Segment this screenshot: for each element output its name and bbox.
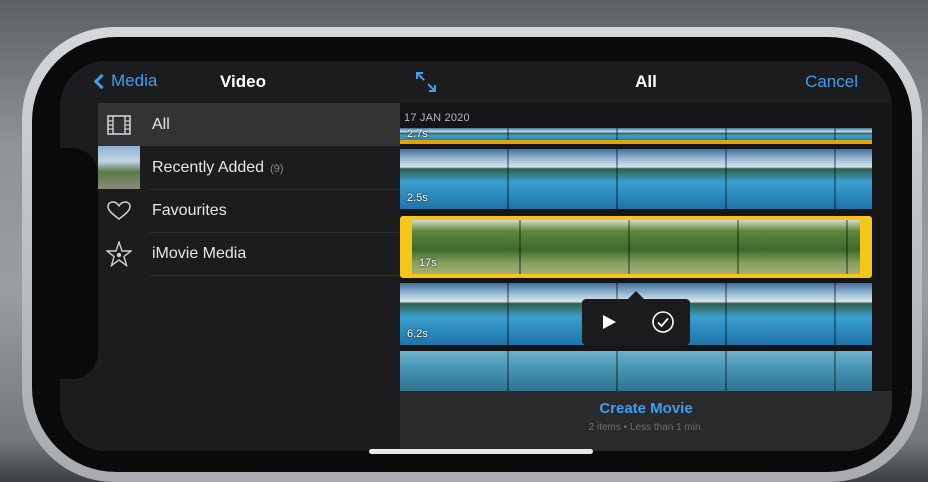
clip-duration: 6.2s bbox=[407, 328, 428, 340]
sidebar-title: Video bbox=[220, 72, 266, 91]
video-clip[interactable]: 2.5s bbox=[400, 149, 872, 209]
check-circle-icon[interactable] bbox=[645, 304, 681, 340]
star-icon bbox=[100, 232, 138, 275]
clip-frames bbox=[400, 149, 872, 209]
device-screen: Media Video All Recently Added (9) Favou… bbox=[60, 61, 892, 451]
home-indicator[interactable] bbox=[369, 449, 593, 454]
create-movie-button[interactable]: Create Movie bbox=[599, 400, 692, 417]
recent-thumbnail bbox=[98, 146, 140, 189]
divider bbox=[150, 275, 400, 276]
video-clip[interactable] bbox=[400, 351, 872, 391]
play-icon[interactable] bbox=[591, 304, 627, 340]
back-label: Media bbox=[111, 71, 158, 90]
sidebar-item-favourites[interactable]: Favourites bbox=[98, 189, 400, 232]
clip-duration: 2.5s bbox=[407, 192, 428, 204]
sidebar-item-label: Recently Added bbox=[152, 158, 265, 176]
heart-icon bbox=[100, 189, 138, 232]
cancel-button[interactable]: Cancel bbox=[805, 72, 858, 92]
clip-frames bbox=[400, 351, 872, 391]
back-button[interactable]: Media bbox=[93, 71, 158, 91]
date-header: 17 JAN 2020 bbox=[404, 112, 470, 124]
film-icon bbox=[100, 103, 138, 146]
clip-duration: 2.7s bbox=[407, 128, 428, 140]
sidebar-item-imovie-media[interactable]: iMovie Media bbox=[98, 232, 400, 275]
sidebar-item-all[interactable]: All bbox=[98, 103, 400, 146]
sidebar-item-recently-added[interactable]: Recently Added (9) bbox=[98, 146, 400, 189]
item-count-badge: (9) bbox=[270, 162, 284, 175]
sidebar-item-label: All bbox=[152, 115, 170, 133]
clip-action-popover bbox=[582, 291, 690, 345]
selection-summary: 2 items • Less than 1 min. bbox=[588, 422, 704, 433]
video-clip-selected[interactable]: 17s bbox=[400, 216, 872, 278]
clip-selection-edge bbox=[400, 140, 872, 144]
clip-duration: 17s bbox=[419, 257, 437, 269]
create-movie-bar: Create Movie 2 items • Less than 1 min. bbox=[400, 391, 892, 451]
clip-frames bbox=[412, 220, 860, 274]
library-sidebar: Media Video All Recently Added (9) Favou… bbox=[60, 61, 400, 451]
browser-panel: All Cancel 17 JAN 2020 2.7s 2.5s 17s 6.2… bbox=[400, 61, 892, 451]
sidebar-item-label: Favourites bbox=[152, 201, 227, 219]
sidebar-item-label: iMovie Media bbox=[152, 244, 247, 262]
browser-header: All Cancel bbox=[400, 61, 892, 103]
camera-notch bbox=[60, 148, 98, 379]
chevron-left-icon bbox=[93, 73, 110, 90]
sidebar-header: Media Video bbox=[60, 61, 400, 103]
